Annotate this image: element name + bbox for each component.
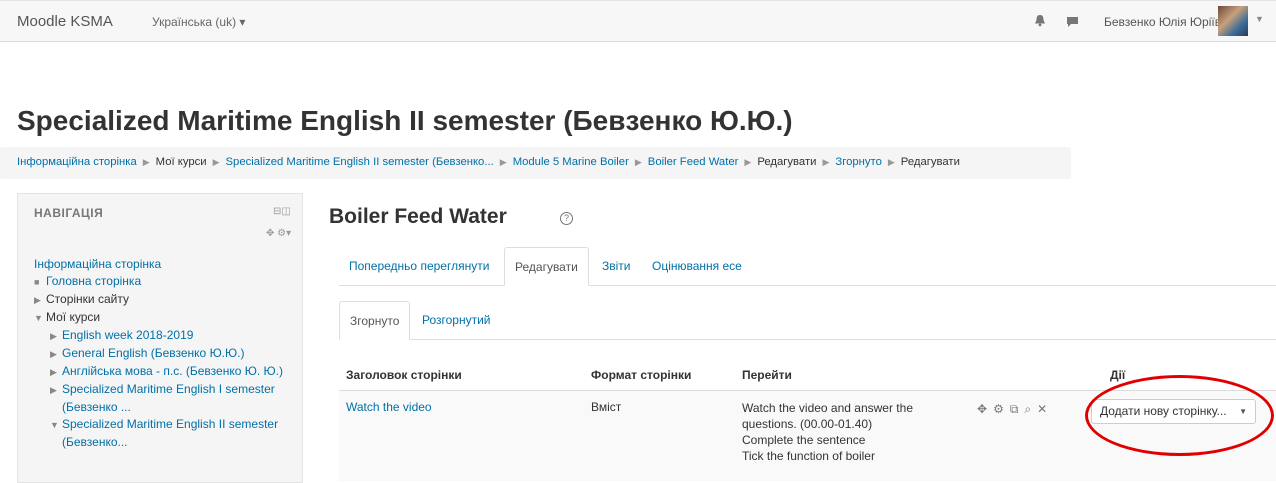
breadcrumb-separator-icon: ▶ <box>142 157 150 167</box>
breadcrumb: Інформаційна сторінка ▶ Мої курси ▶ Speciali… <box>0 147 1071 179</box>
tab-reports[interactable]: Звіти <box>592 247 641 285</box>
breadcrumb-item[interactable]: Згорнуто <box>835 156 881 168</box>
page-format: Вміст <box>591 400 622 414</box>
expand-arrow-icon[interactable]: ▶ <box>34 292 46 309</box>
column-header-title: Заголовок сторінки <box>346 368 462 382</box>
nav-site-pages[interactable]: Сторінки сайту <box>46 292 129 306</box>
nav-course-item[interactable]: English week 2018-2019 <box>62 328 193 342</box>
breadcrumb-item[interactable]: Specialized Maritime English II semester… <box>226 156 494 168</box>
nav-course-item[interactable]: Англійська мова - п.с. (Бевзенко Ю. Ю.) <box>62 364 283 378</box>
tab-essay-grading[interactable]: Оцінювання есе <box>642 247 752 285</box>
expand-arrow-icon[interactable]: ▶ <box>50 364 62 381</box>
tab-edit[interactable]: Редагувати <box>504 247 589 286</box>
nav-home-link[interactable]: Інформаційна сторінка <box>34 257 161 271</box>
settings-icon[interactable]: ⚙ <box>993 402 1010 416</box>
help-icon[interactable]: ? <box>560 212 573 225</box>
user-menu-caret-icon[interactable]: ▼ <box>1255 14 1264 24</box>
breadcrumb-item: Редагувати <box>900 156 960 168</box>
nav-course-item[interactable]: General English (Бевзенко Ю.Ю.) <box>62 346 244 360</box>
move-icon[interactable]: ✥ <box>977 402 993 416</box>
avatar[interactable] <box>1218 6 1248 36</box>
page-title-link[interactable]: Watch the video <box>346 400 432 414</box>
row-actions: ✥⚙⧉⌕✕ <box>977 402 1053 417</box>
breadcrumb-item: Мої курси <box>155 156 207 168</box>
breadcrumb-item: Редагувати <box>757 156 817 168</box>
nav-course-item-cont[interactable]: (Бевзенко ... <box>62 400 131 414</box>
page-title: Specialized Maritime English II semester… <box>17 105 793 136</box>
navigation-tree: Інформаційна сторінка ■ Головна сторінка … <box>34 256 300 451</box>
breadcrumb-separator-icon: ▶ <box>744 157 752 167</box>
site-brand[interactable]: Moodle KSMA <box>17 13 113 30</box>
column-header-jump: Перейти <box>742 368 792 382</box>
delete-icon[interactable]: ✕ <box>1037 402 1053 416</box>
breadcrumb-separator-icon: ▶ <box>822 157 830 167</box>
user-name[interactable]: Бевзенко Юлія Юріївна <box>1104 15 1234 29</box>
breadcrumb-separator-icon: ▶ <box>887 157 895 167</box>
expand-arrow-icon[interactable]: ▶ <box>50 346 62 363</box>
collapse-arrow-icon[interactable]: ▼ <box>34 310 46 327</box>
copy-icon[interactable]: ⧉ <box>1010 402 1025 416</box>
nav-course-item-cont[interactable]: (Бевзенко... <box>62 435 128 449</box>
message-icon[interactable] <box>1066 15 1079 33</box>
jump-text: Tick the function of boiler <box>742 449 875 463</box>
breadcrumb-item[interactable]: Module 5 Marine Boiler <box>513 156 629 168</box>
highlight-circle <box>1085 375 1274 456</box>
edit-mode-tabs: Згорнуто Розгорнутий <box>339 301 1276 340</box>
block-move-config-icon[interactable]: ✥ ⚙▾ <box>266 228 291 239</box>
page-jumps: Watch the video and answer the questions… <box>742 400 932 464</box>
nav-main-page[interactable]: Головна сторінка <box>46 274 141 288</box>
bell-icon[interactable] <box>1034 14 1046 32</box>
tab-expanded[interactable]: Розгорнутий <box>412 301 501 339</box>
lesson-tabs: Попередньо переглянути Редагувати Звіти … <box>339 247 1276 286</box>
language-menu[interactable]: Українська (uk) ▾ <box>152 15 245 29</box>
lesson-title: Boiler Feed Water <box>329 205 507 228</box>
jump-text: Complete the sentence <box>742 433 866 447</box>
expand-arrow-icon[interactable]: ▶ <box>50 382 62 399</box>
tab-preview[interactable]: Попередньо переглянути <box>339 247 499 285</box>
breadcrumb-item[interactable]: Boiler Feed Water <box>648 156 739 168</box>
jump-text: Watch the video and answer the <box>742 401 913 415</box>
jump-text: questions. (00.00-01.40) <box>742 417 873 431</box>
breadcrumb-separator-icon: ▶ <box>634 157 642 167</box>
navigation-block-title: НАВІГАЦІЯ <box>34 206 104 220</box>
navigation-block: НАВІГАЦІЯ ⊟◫ ✥ ⚙▾ Інформаційна сторінка … <box>17 193 303 483</box>
preview-icon[interactable]: ⌕ <box>1024 402 1037 416</box>
breadcrumb-item[interactable]: Інформаційна сторінка <box>17 156 137 168</box>
nav-my-courses[interactable]: Мої курси <box>46 310 100 324</box>
nav-course-item[interactable]: Specialized Maritime English I semester <box>62 382 275 396</box>
column-header-format: Формат сторінки <box>591 368 692 382</box>
breadcrumb-separator-icon: ▶ <box>212 157 220 167</box>
nav-course-item[interactable]: Specialized Maritime English II semester <box>62 417 278 431</box>
expand-arrow-icon[interactable]: ▶ <box>50 328 62 345</box>
bullet-icon: ■ <box>34 277 40 287</box>
breadcrumb-separator-icon: ▶ <box>499 157 507 167</box>
top-navbar: Moodle KSMA Українська (uk) ▾ Бевзенко Ю… <box>0 0 1276 42</box>
tab-collapsed[interactable]: Згорнуто <box>339 301 411 340</box>
column-header-actions: Дії <box>1110 368 1126 382</box>
block-dock-icon[interactable]: ⊟◫ <box>273 206 291 217</box>
collapse-arrow-icon[interactable]: ▼ <box>50 417 62 434</box>
